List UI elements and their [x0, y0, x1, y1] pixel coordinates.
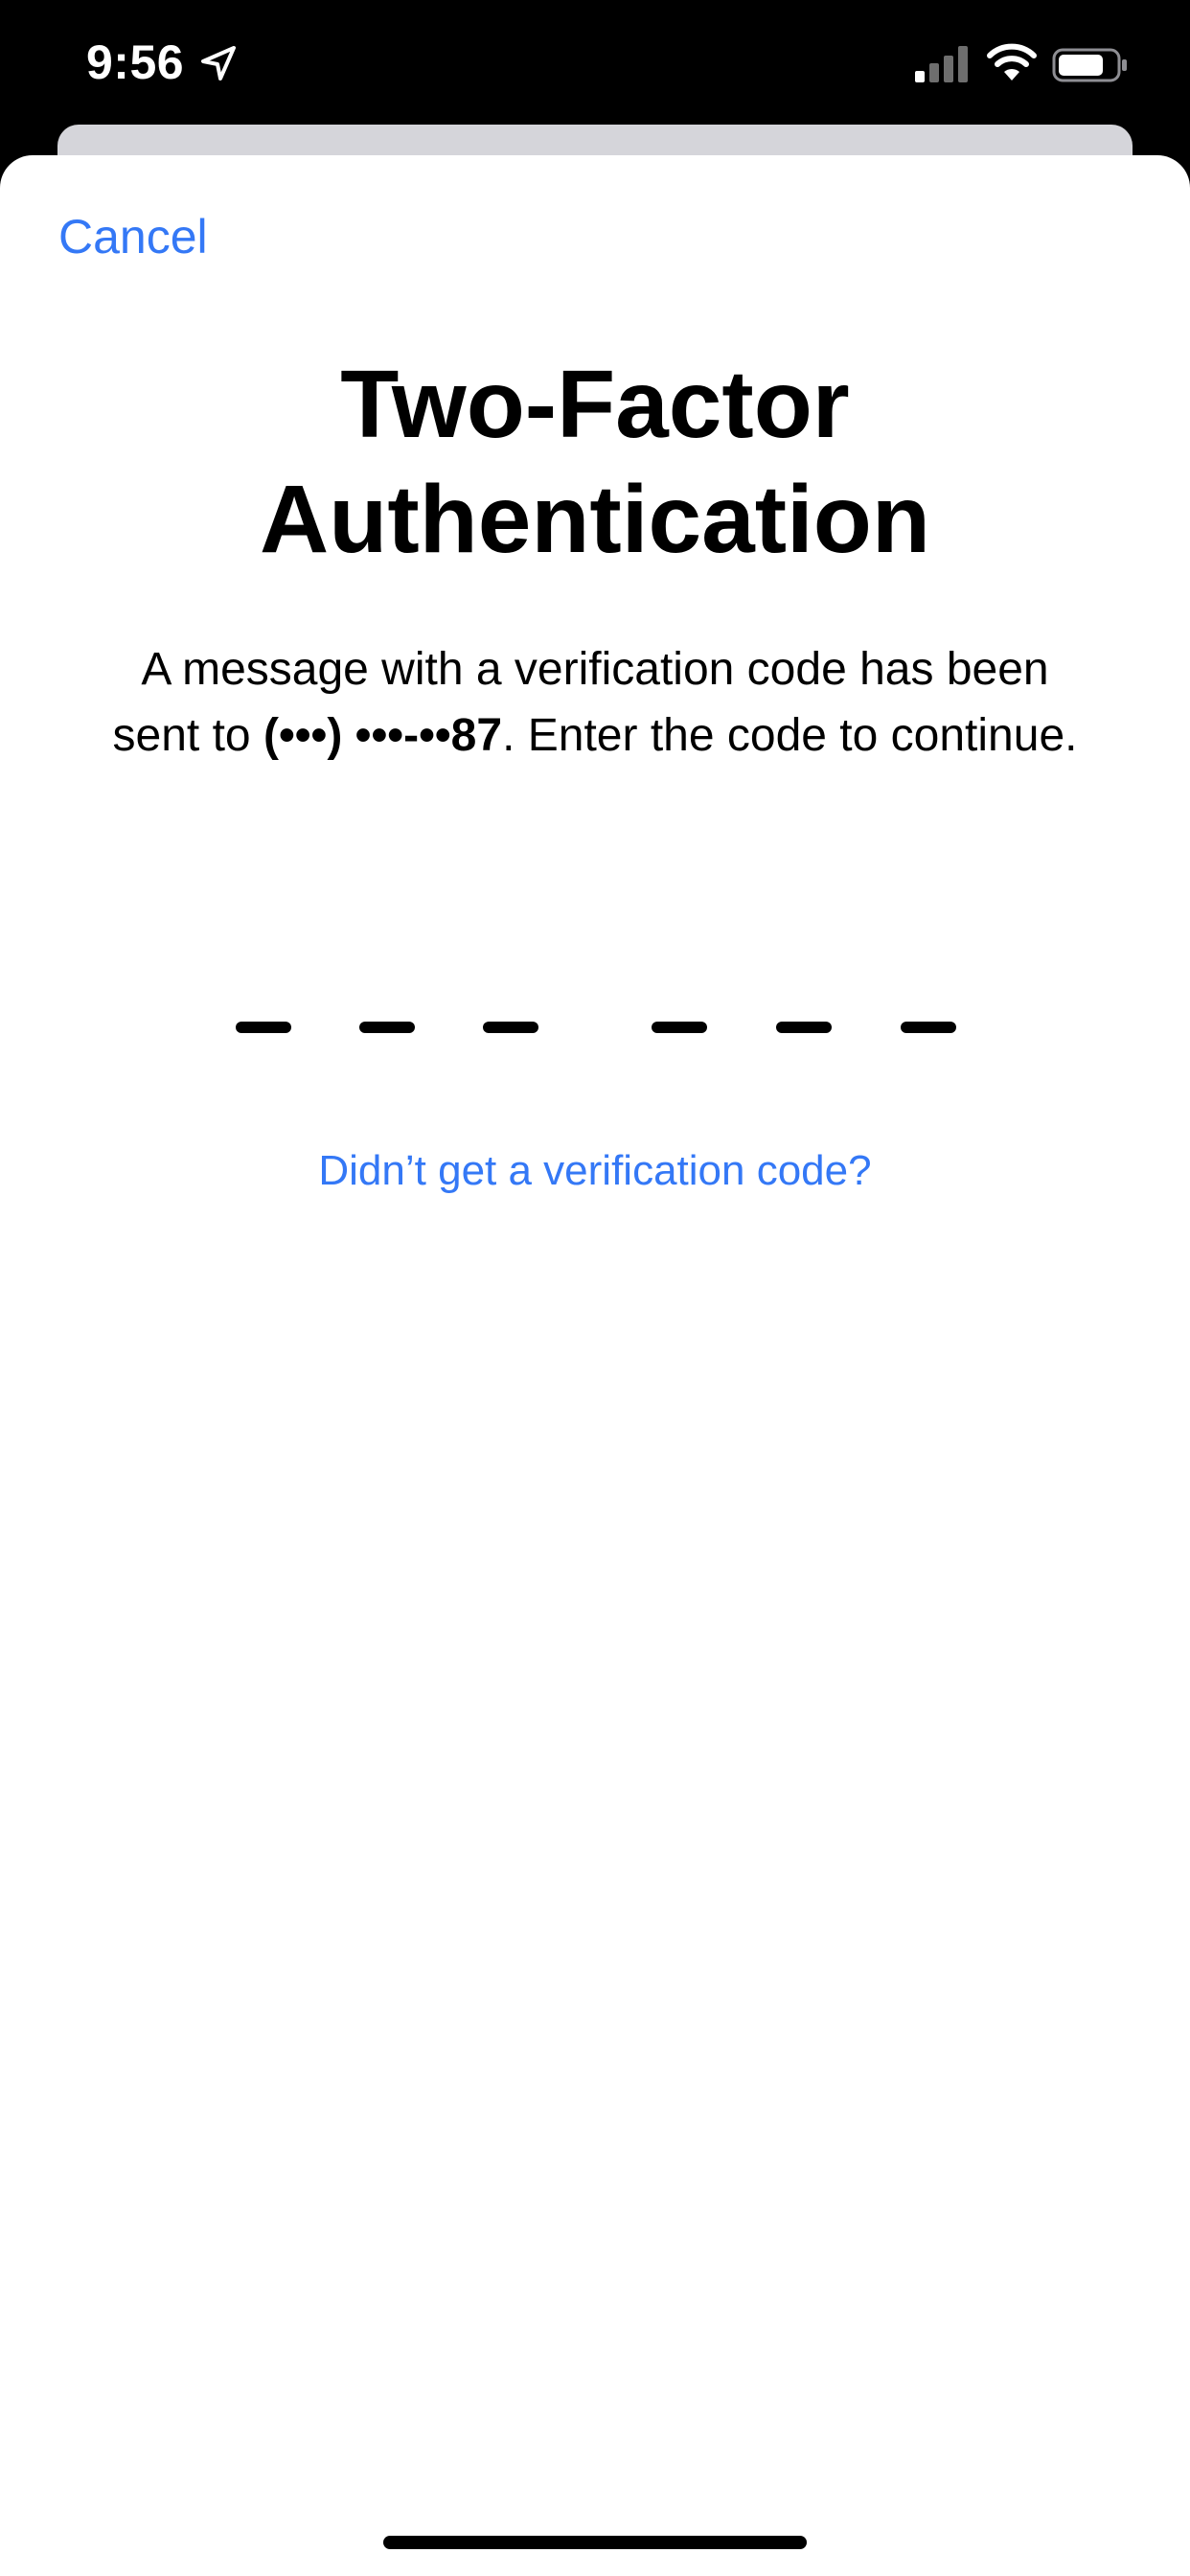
cancel-button[interactable]: Cancel — [58, 209, 208, 264]
code-digit-slot-4[interactable] — [652, 1022, 707, 1033]
verification-code-input[interactable] — [0, 1018, 1190, 1133]
page-title-line-2: Authentication — [260, 466, 930, 573]
home-indicator[interactable] — [383, 2536, 807, 2549]
code-digit-slot-3[interactable] — [483, 1022, 538, 1033]
status-bar: 9:56 — [0, 0, 1190, 125]
message-suffix: . Enter the code to continue. — [502, 710, 1078, 761]
battery-icon — [1052, 46, 1129, 84]
code-digit-slot-5[interactable] — [776, 1022, 832, 1033]
status-time: 9:56 — [86, 35, 185, 89]
wifi-icon — [987, 42, 1037, 82]
code-digit-slot-2[interactable] — [359, 1022, 415, 1033]
location-arrow-icon — [199, 44, 238, 82]
page-title-line-1: Two-Factor — [340, 351, 850, 458]
code-digit-slot-6[interactable] — [901, 1022, 956, 1033]
verification-message: A message with a verification code has b… — [96, 636, 1094, 769]
auth-sheet: Cancel Two-Factor Authentication A messa… — [0, 155, 1190, 2576]
cellular-signal-icon — [915, 46, 969, 82]
page-title: Two-Factor Authentication — [0, 347, 1190, 577]
masked-phone-number: (•••) •••-••87 — [263, 710, 503, 761]
code-digit-slot-1[interactable] — [236, 1022, 291, 1033]
screen: 9:56 Cancel Two-Factor Authentication A … — [0, 0, 1190, 2576]
resend-code-link[interactable]: Didn’t get a verification code? — [0, 1147, 1190, 1195]
